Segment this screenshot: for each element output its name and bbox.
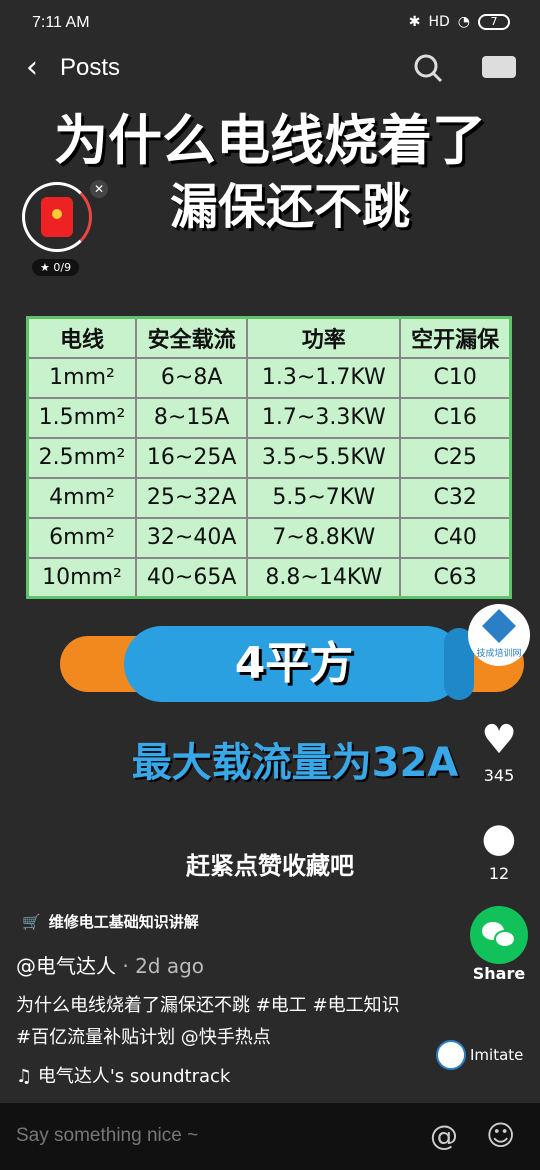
author-line: @电气达人 · 2d ago	[16, 954, 205, 978]
table-cell: C10	[399, 356, 512, 399]
wire-spec-table: 电线 安全载流 功率 空开漏保 1mm² 6~8A 1.3~1.7KW C10 …	[26, 316, 512, 599]
table-cell: C25	[399, 436, 512, 479]
post-caption: 为什么电线烧着了漏保还不跳 #电工 #电工知识 #百亿流量补贴计划 @快手热点	[16, 995, 400, 1048]
soundtrack-label: 电气达人's soundtrack	[37, 1066, 231, 1087]
at-mention-icon[interactable]: @	[430, 1119, 458, 1152]
comment-icon: ●	[481, 815, 517, 861]
table-cell: 8~15A	[134, 396, 249, 439]
imitate-avatar	[436, 1040, 466, 1070]
table-row: 10mm² 40~65A 8.8~14KW C63	[26, 556, 512, 599]
table-cell: 25~32A	[134, 476, 249, 519]
shop-label: 维修电工基础知识讲解	[48, 913, 199, 931]
table-cell: 1.5mm²	[26, 396, 137, 439]
music-icon: ♫	[16, 1066, 38, 1087]
table-cell: 3.5~5.5KW	[246, 436, 402, 479]
table-header: 电线	[26, 316, 137, 359]
shop-link[interactable]: 🛒 维修电工基础知识讲解	[22, 911, 199, 932]
headline-line1: 为什么电线烧着了	[54, 109, 486, 172]
table-cell: C16	[399, 396, 512, 439]
cable-insulation: 4平方	[124, 626, 464, 702]
red-packet-icon	[41, 197, 73, 237]
max-load-text: 最大载流量为32A	[131, 740, 459, 786]
share-label[interactable]: Share	[468, 964, 530, 983]
comment-input[interactable]: Say something nice ~	[16, 1125, 198, 1147]
headline-line2: 漏保还不跳	[169, 179, 410, 235]
table-header: 安全载流	[134, 316, 249, 359]
table-cell: 2.5mm²	[26, 436, 137, 479]
table-header: 功率	[246, 316, 402, 359]
table-cell: 32~40A	[134, 516, 249, 559]
table-cell: C40	[399, 516, 512, 559]
table-cell: 1mm²	[26, 356, 137, 399]
table-row: 1mm² 6~8A 1.3~1.7KW C10	[26, 356, 512, 399]
search-icon[interactable]	[412, 52, 444, 84]
table-cell: 4mm²	[26, 476, 137, 519]
table-row: 2.5mm² 16~25A 3.5~5.5KW C25	[26, 436, 512, 479]
battery-icon: 7	[478, 14, 510, 30]
status-icons: ✱ HD ◔ 7	[409, 14, 510, 30]
imitate-label: Imitate	[470, 1046, 524, 1064]
brand-logo-icon	[482, 609, 516, 643]
heart-icon: ♥	[481, 717, 517, 763]
imitate-button[interactable]: Imitate	[436, 1040, 523, 1070]
bluetooth-icon: ✱	[408, 14, 421, 30]
table-row: 4mm² 25~32A 5.5~7KW C32	[26, 476, 512, 519]
table-cell: 8.8~14KW	[246, 556, 402, 599]
author-name[interactable]: @电气达人	[16, 954, 116, 978]
table-cell: C32	[399, 476, 512, 519]
table-row: 6mm² 32~40A 7~8.8KW C40	[26, 516, 512, 559]
brand-badge-text: 技成培训网	[476, 649, 522, 659]
table-cell: 1.3~1.7KW	[246, 356, 402, 399]
top-nav: ‹ Posts	[0, 46, 540, 92]
table-cell: 16~25A	[134, 436, 249, 479]
status-time: 7:11 AM	[32, 14, 90, 31]
comment-button[interactable]: ● 12	[469, 816, 529, 883]
back-label[interactable]: Posts	[60, 54, 120, 82]
like-button[interactable]: ♥ 345	[469, 718, 529, 785]
table-header: 空开漏保	[399, 316, 512, 359]
table-cell: C63	[399, 556, 512, 599]
table-cell: 6mm²	[26, 516, 137, 559]
reward-progress: ★ 0/9	[32, 259, 80, 276]
table-cell: 40~65A	[134, 556, 249, 599]
table-row: 1.5mm² 8~15A 1.7~3.3KW C16	[26, 396, 512, 439]
call-to-action: 赶紧点赞收藏吧	[186, 852, 354, 880]
table-cell: 1.7~3.3KW	[246, 396, 402, 439]
comment-bar: Say something nice ~ @ ☺	[0, 1103, 540, 1170]
camera-icon[interactable]	[482, 56, 516, 78]
wifi-icon: ◔	[457, 14, 470, 30]
like-count: 345	[483, 766, 515, 785]
post-age: 2d ago	[135, 954, 205, 978]
emoji-icon[interactable]: ☺	[486, 1119, 515, 1152]
red-packet-widget[interactable]	[22, 182, 92, 252]
table-header-row: 电线 安全载流 功率 空开漏保	[26, 316, 512, 359]
table-cell: 7~8.8KW	[246, 516, 402, 559]
table-cell: 10mm²	[26, 556, 137, 599]
cart-icon: 🛒	[22, 913, 41, 931]
back-icon[interactable]: ‹	[26, 50, 38, 86]
share-button[interactable]	[470, 906, 528, 964]
soundtrack-link[interactable]: ♫ 电气达人's soundtrack	[16, 1062, 230, 1088]
comment-count: 12	[488, 864, 510, 883]
reward-progress-value: 0/9	[53, 261, 72, 274]
close-icon[interactable]: ✕	[90, 180, 108, 198]
brand-avatar[interactable]: 技成培训网	[468, 604, 530, 666]
status-bar: 7:11 AM ✱ HD ◔ 7	[0, 0, 540, 46]
table-cell: 5.5~7KW	[246, 476, 402, 519]
wechat-icon-bubble	[494, 930, 516, 948]
table-cell: 6~8A	[134, 356, 249, 399]
network-label: HD	[428, 14, 450, 30]
cable-label: 4平方	[234, 638, 354, 689]
